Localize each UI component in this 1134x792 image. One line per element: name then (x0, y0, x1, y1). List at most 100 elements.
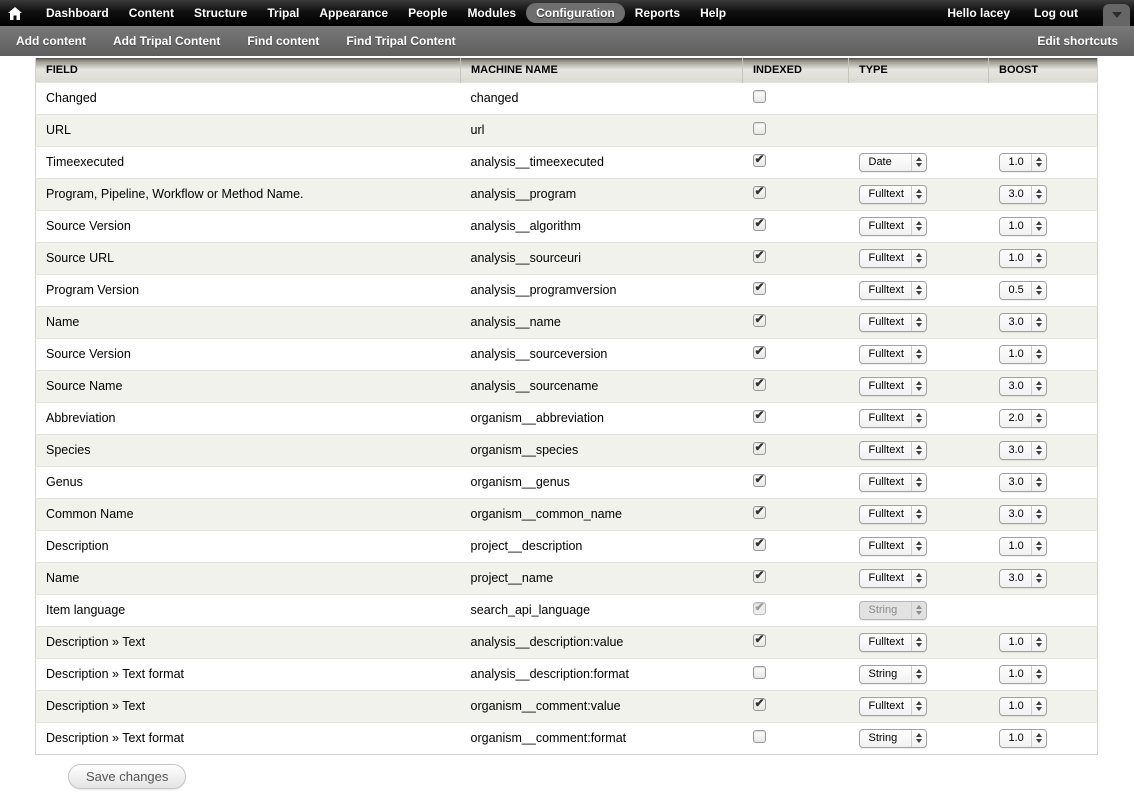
boost-select[interactable]: 3.0 (999, 377, 1047, 396)
boost-select[interactable]: 1.0 (999, 729, 1047, 748)
field-label: Abbreviation (46, 411, 116, 425)
boost-select[interactable]: 1.0 (999, 665, 1047, 684)
indexed-checkbox[interactable] (753, 90, 766, 103)
user-greeting-link[interactable]: Hello lacey (935, 3, 1022, 23)
boost-select[interactable]: 0.5 (999, 281, 1047, 300)
field-label: Timeexecuted (46, 155, 124, 169)
toolbar-item-help[interactable]: Help (690, 3, 736, 23)
toolbar-item-appearance[interactable]: Appearance (309, 3, 398, 23)
type-select-value: Fulltext (860, 508, 911, 520)
machine-name: analysis__timeexecuted (471, 155, 604, 169)
boost-select[interactable]: 3.0 (999, 185, 1047, 204)
type-select[interactable]: Fulltext (859, 217, 927, 236)
toolbar-item-structure[interactable]: Structure (184, 3, 257, 23)
indexed-checkbox[interactable] (753, 506, 766, 519)
toolbar-item-modules[interactable]: Modules (457, 3, 526, 23)
toolbar-toggle-button[interactable] (1103, 4, 1130, 26)
table-row: Changed changed (36, 82, 1098, 114)
type-select[interactable]: Fulltext (859, 537, 927, 556)
boost-select[interactable]: 1.0 (999, 697, 1047, 716)
indexed-checkbox[interactable] (753, 346, 766, 359)
boost-select[interactable]: 3.0 (999, 569, 1047, 588)
toolbar-item-reports[interactable]: Reports (625, 3, 690, 23)
machine-name: project__name (471, 571, 554, 585)
boost-select[interactable]: 2.0 (999, 409, 1047, 428)
home-button[interactable] (8, 7, 22, 20)
shortcut-item-add-content[interactable]: Add content (16, 34, 86, 48)
logout-link[interactable]: Log out (1022, 3, 1090, 23)
toolbar-item-tripal[interactable]: Tripal (257, 3, 309, 23)
boost-select[interactable]: 1.0 (999, 633, 1047, 652)
type-select[interactable]: Fulltext (859, 473, 927, 492)
boost-select-value: 1.0 (1000, 668, 1031, 680)
type-select[interactable]: Fulltext (859, 345, 927, 364)
select-stepper-icon (911, 314, 926, 331)
table-header-row: FIELD MACHINE NAME INDEXED TYPE BOOST (36, 58, 1098, 82)
indexed-checkbox[interactable] (753, 730, 766, 743)
indexed-checkbox[interactable] (753, 314, 766, 327)
machine-name: analysis__program (471, 187, 577, 201)
toolbar-item-configuration[interactable]: Configuration (526, 3, 625, 23)
boost-select[interactable]: 1.0 (999, 345, 1047, 364)
select-stepper-icon (1031, 570, 1046, 587)
select-stepper-icon (911, 218, 926, 235)
indexed-checkbox[interactable] (753, 154, 766, 167)
indexed-checkbox[interactable] (753, 698, 766, 711)
type-select[interactable]: Fulltext (859, 185, 927, 204)
boost-select[interactable]: 3.0 (999, 441, 1047, 460)
type-select[interactable]: String (859, 729, 927, 748)
field-label: Source Name (46, 379, 122, 393)
indexed-checkbox[interactable] (753, 122, 766, 135)
type-select[interactable]: Fulltext (859, 249, 927, 268)
indexed-checkbox[interactable] (753, 634, 766, 647)
boost-select[interactable]: 1.0 (999, 217, 1047, 236)
boost-select[interactable]: 1.0 (999, 153, 1047, 172)
select-stepper-icon (911, 442, 926, 459)
boost-select[interactable]: 1.0 (999, 537, 1047, 556)
type-select[interactable]: Fulltext (859, 441, 927, 460)
type-select[interactable]: Fulltext (859, 377, 927, 396)
indexed-checkbox[interactable] (753, 410, 766, 423)
machine-name: analysis__sourceversion (471, 347, 608, 361)
boost-select[interactable]: 3.0 (999, 473, 1047, 492)
toolbar-item-people[interactable]: People (398, 3, 457, 23)
shortcut-item-find-tripal-content[interactable]: Find Tripal Content (346, 34, 455, 48)
table-row: Name analysis__name Fulltext 3.0 (36, 306, 1098, 338)
boost-select[interactable]: 3.0 (999, 505, 1047, 524)
type-select[interactable]: Fulltext (859, 633, 927, 652)
boost-select[interactable]: 1.0 (999, 249, 1047, 268)
shortcut-item-find-content[interactable]: Find content (247, 34, 319, 48)
select-stepper-icon (911, 698, 926, 715)
type-select[interactable]: String (859, 665, 927, 684)
shortcut-bar: Add content Add Tripal Content Find conten… (0, 26, 1134, 56)
shortcut-item-add-tripal-content[interactable]: Add Tripal Content (113, 34, 220, 48)
indexed-checkbox[interactable] (753, 442, 766, 455)
boost-select-value: 1.0 (1000, 540, 1031, 552)
indexed-checkbox[interactable] (753, 218, 766, 231)
indexed-checkbox[interactable] (753, 186, 766, 199)
indexed-checkbox[interactable] (753, 282, 766, 295)
type-select[interactable]: Date (859, 153, 927, 172)
toolbar-item-dashboard[interactable]: Dashboard (36, 3, 119, 23)
type-select[interactable]: Fulltext (859, 505, 927, 524)
indexed-checkbox[interactable] (753, 666, 766, 679)
save-button[interactable]: Save changes (68, 764, 186, 789)
type-select[interactable]: Fulltext (859, 281, 927, 300)
field-label: Genus (46, 475, 83, 489)
indexed-checkbox[interactable] (753, 570, 766, 583)
indexed-checkbox[interactable] (753, 474, 766, 487)
field-label: Name (46, 315, 79, 329)
type-select[interactable]: Fulltext (859, 409, 927, 428)
indexed-checkbox[interactable] (753, 250, 766, 263)
edit-shortcuts-link[interactable]: Edit shortcuts (1037, 34, 1118, 48)
boost-select[interactable]: 3.0 (999, 313, 1047, 332)
type-select[interactable]: Fulltext (859, 569, 927, 588)
type-select[interactable]: Fulltext (859, 697, 927, 716)
column-header-indexed: INDEXED (743, 58, 849, 82)
boost-select-value: 3.0 (1000, 476, 1031, 488)
type-select[interactable]: Fulltext (859, 313, 927, 332)
toolbar-item-content[interactable]: Content (119, 3, 184, 23)
type-select-value: Fulltext (860, 188, 911, 200)
indexed-checkbox[interactable] (753, 538, 766, 551)
indexed-checkbox[interactable] (753, 378, 766, 391)
